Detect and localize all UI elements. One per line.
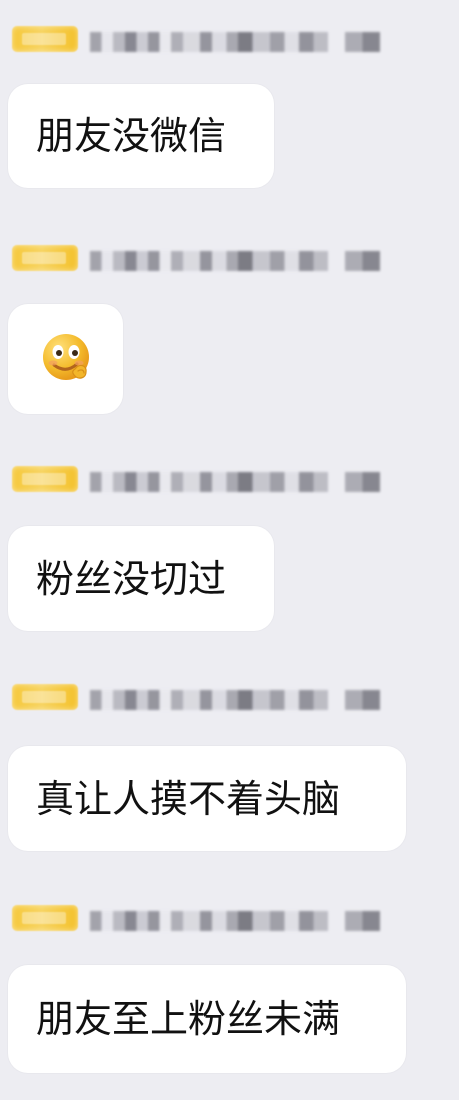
emoji-bubble[interactable] <box>8 304 123 414</box>
message-bubble[interactable]: 朋友没微信 <box>8 84 274 188</box>
message-bubble[interactable]: 真让人摸不着头脑 <box>8 746 406 851</box>
sender-badge <box>12 905 78 931</box>
message-text: 朋友至上粉丝未满 <box>36 997 341 1041</box>
message-meta <box>12 18 380 56</box>
message-meta <box>12 897 380 935</box>
message-bubble[interactable]: 粉丝没切过 <box>8 526 274 631</box>
blurred-username <box>90 472 380 492</box>
blurred-username <box>90 690 380 710</box>
message-meta <box>12 458 380 496</box>
message-text: 朋友没微信 <box>36 114 227 158</box>
blurred-username <box>90 251 380 271</box>
smiling-face-emoji <box>37 330 95 388</box>
message-text: 真让人摸不着头脑 <box>36 776 341 821</box>
sender-badge <box>12 245 78 271</box>
sender-badge <box>12 684 78 710</box>
message-meta <box>12 237 380 275</box>
message-meta <box>12 676 380 714</box>
chat-thread: 朋友没微信 粉丝没切过 真让人摸不着头脑 朋友至上粉丝未满 <box>0 0 459 1100</box>
message-bubble[interactable]: 朋友至上粉丝未满 <box>8 965 406 1073</box>
blurred-username <box>90 32 380 52</box>
sender-badge <box>12 26 78 52</box>
blurred-username <box>90 911 380 931</box>
sender-badge <box>12 466 78 492</box>
message-text: 粉丝没切过 <box>36 556 227 601</box>
